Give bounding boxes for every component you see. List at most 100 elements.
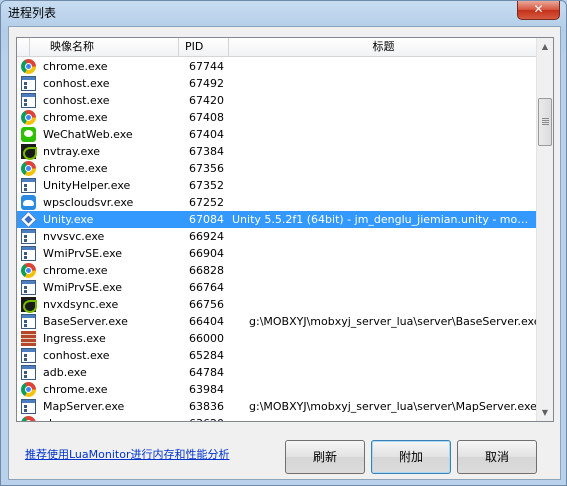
process-name: nvvsvc.exe [43, 230, 105, 243]
process-pid: 66828 [189, 264, 224, 277]
process-name: conhost.exe [43, 94, 110, 107]
process-list[interactable]: 映像名称 PID 标题 chrome.exe 67744 conhost.exe 67… [16, 37, 554, 422]
chrome-icon [21, 416, 36, 421]
window-icon [21, 178, 36, 193]
table-row[interactable]: UnityHelper.exe 67352 [17, 177, 538, 194]
chrome-icon [21, 59, 36, 74]
close-button[interactable]: ✕ [517, 1, 560, 20]
table-row[interactable]: chrome.exe 63984 [17, 381, 538, 398]
table-row[interactable]: nvvsvc.exe 66924 [17, 228, 538, 245]
process-name: conhost.exe [43, 77, 110, 90]
scroll-thumb[interactable] [538, 98, 552, 146]
table-row[interactable]: chrome.exe 67408 [17, 109, 538, 126]
process-name: MapServer.exe [43, 400, 125, 413]
process-pid: 67492 [189, 77, 224, 90]
attach-button[interactable]: 附加 [371, 440, 451, 474]
chrome-icon [21, 263, 36, 278]
process-pid: 67420 [189, 94, 224, 107]
table-row[interactable]: nvtray.exe 67384 [17, 143, 538, 160]
process-name: nvxdsync.exe [43, 298, 119, 311]
table-row[interactable]: chrome.exe 66828 [17, 262, 538, 279]
process-name: wpscloudsvr.exe [43, 196, 134, 209]
process-pid: 66404 [189, 315, 224, 328]
table-row[interactable]: Unity.exe 67084 Unity 5.5.2f1 (64bit) - jm… [17, 211, 538, 228]
process-pid: 66904 [189, 247, 224, 260]
process-pid: 66924 [189, 230, 224, 243]
table-row[interactable]: chrome.exe 67744 [17, 58, 538, 75]
nvidia-icon [21, 144, 37, 160]
vertical-scrollbar[interactable]: ▲ ▼ [536, 38, 553, 421]
process-pid: 64784 [189, 366, 224, 379]
process-name: WmiPrvSE.exe [43, 247, 123, 260]
table-row[interactable]: conhost.exe 67492 [17, 75, 538, 92]
process-list-window: 进程列表 ✕ 映像名称 PID 标题 chrome.exe 67744 conhos… [0, 0, 567, 486]
table-row[interactable]: wpscloudsvr.exe 67252 [17, 194, 538, 211]
process-name: chrome.exe [43, 415, 108, 421]
process-title: g:\MOBXYJ\mobxyj_server_lua\server\BaseS… [249, 315, 541, 328]
process-pid: 63620 [189, 415, 224, 421]
table-row[interactable]: chrome.exe 67356 [17, 160, 538, 177]
process-pid: 63984 [189, 383, 224, 396]
process-pid: 67356 [189, 162, 224, 175]
table-row[interactable]: WmiPrvSE.exe 66764 [17, 279, 538, 296]
process-name: UnityHelper.exe [43, 179, 131, 192]
brick-icon [21, 331, 36, 346]
chrome-icon [21, 161, 36, 176]
process-pid: 65284 [189, 349, 224, 362]
process-name: WeChatWeb.exe [43, 128, 133, 141]
table-row[interactable]: MapServer.exe 63836 g:\MOBXYJ\mobxyj_serve… [17, 398, 538, 415]
process-rows: chrome.exe 67744 conhost.exe 67492 conhost.e… [17, 58, 540, 421]
scroll-up-button[interactable]: ▲ [537, 38, 553, 55]
process-pid: 66764 [189, 281, 224, 294]
luamonitor-link[interactable]: 推荐使用LuaMonitor进行内存和性能分析 [25, 446, 229, 462]
table-row[interactable]: WeChatWeb.exe 67404 [17, 126, 538, 143]
process-pid: 67404 [189, 128, 224, 141]
process-name: Ingress.exe [43, 332, 106, 345]
process-name: chrome.exe [43, 111, 108, 124]
list-header: 映像名称 PID 标题 [17, 38, 538, 57]
process-name: nvtray.exe [43, 145, 101, 158]
process-pid: 67408 [189, 111, 224, 124]
process-pid: 66000 [189, 332, 224, 345]
process-name: chrome.exe [43, 383, 108, 396]
title-bar[interactable]: 进程列表 ✕ [1, 1, 566, 25]
process-pid: 67384 [189, 145, 224, 158]
table-row[interactable]: adb.exe 64784 [17, 364, 538, 381]
table-row[interactable]: Ingress.exe 66000 [17, 330, 538, 347]
chrome-icon [21, 110, 36, 125]
process-pid: 63836 [189, 400, 224, 413]
process-name: conhost.exe [43, 349, 110, 362]
process-pid: 67352 [189, 179, 224, 192]
process-name: BaseServer.exe [43, 315, 128, 328]
dialog-client-area: 映像名称 PID 标题 chrome.exe 67744 conhost.exe 67… [8, 26, 561, 480]
process-pid: 66756 [189, 298, 224, 311]
process-pid: 67252 [189, 196, 224, 209]
column-header-title[interactable]: 标题 [229, 38, 538, 57]
window-icon [21, 229, 36, 244]
cancel-button[interactable]: 取消 [457, 440, 537, 474]
scroll-down-button[interactable]: ▼ [537, 404, 553, 421]
window-icon [21, 93, 36, 108]
process-name: WmiPrvSE.exe [43, 281, 123, 294]
window-title: 进程列表 [8, 6, 57, 20]
process-name: chrome.exe [43, 162, 108, 175]
window-icon [21, 399, 36, 414]
table-row[interactable]: WmiPrvSE.exe 66904 [17, 245, 538, 262]
column-header-pid[interactable]: PID [179, 38, 229, 57]
chrome-icon [21, 382, 36, 397]
process-name: chrome.exe [43, 60, 108, 73]
refresh-button[interactable]: 刷新 [285, 440, 365, 474]
unity-icon [20, 211, 37, 228]
table-row[interactable]: conhost.exe 67420 [17, 92, 538, 109]
window-icon [21, 76, 36, 91]
table-row[interactable]: chrome.exe 63620 [17, 415, 538, 421]
window-icon [21, 246, 36, 261]
table-row[interactable]: BaseServer.exe 66404 g:\MOBXYJ\mobxyj_serv… [17, 313, 540, 330]
table-row[interactable]: conhost.exe 65284 [17, 347, 538, 364]
window-icon [21, 348, 36, 363]
nvidia-icon [21, 297, 37, 313]
process-pid: 67744 [189, 60, 224, 73]
table-row[interactable]: nvxdsync.exe 66756 [17, 296, 538, 313]
header-icon-column[interactable] [17, 38, 30, 57]
column-header-name[interactable]: 映像名称 [30, 38, 179, 57]
